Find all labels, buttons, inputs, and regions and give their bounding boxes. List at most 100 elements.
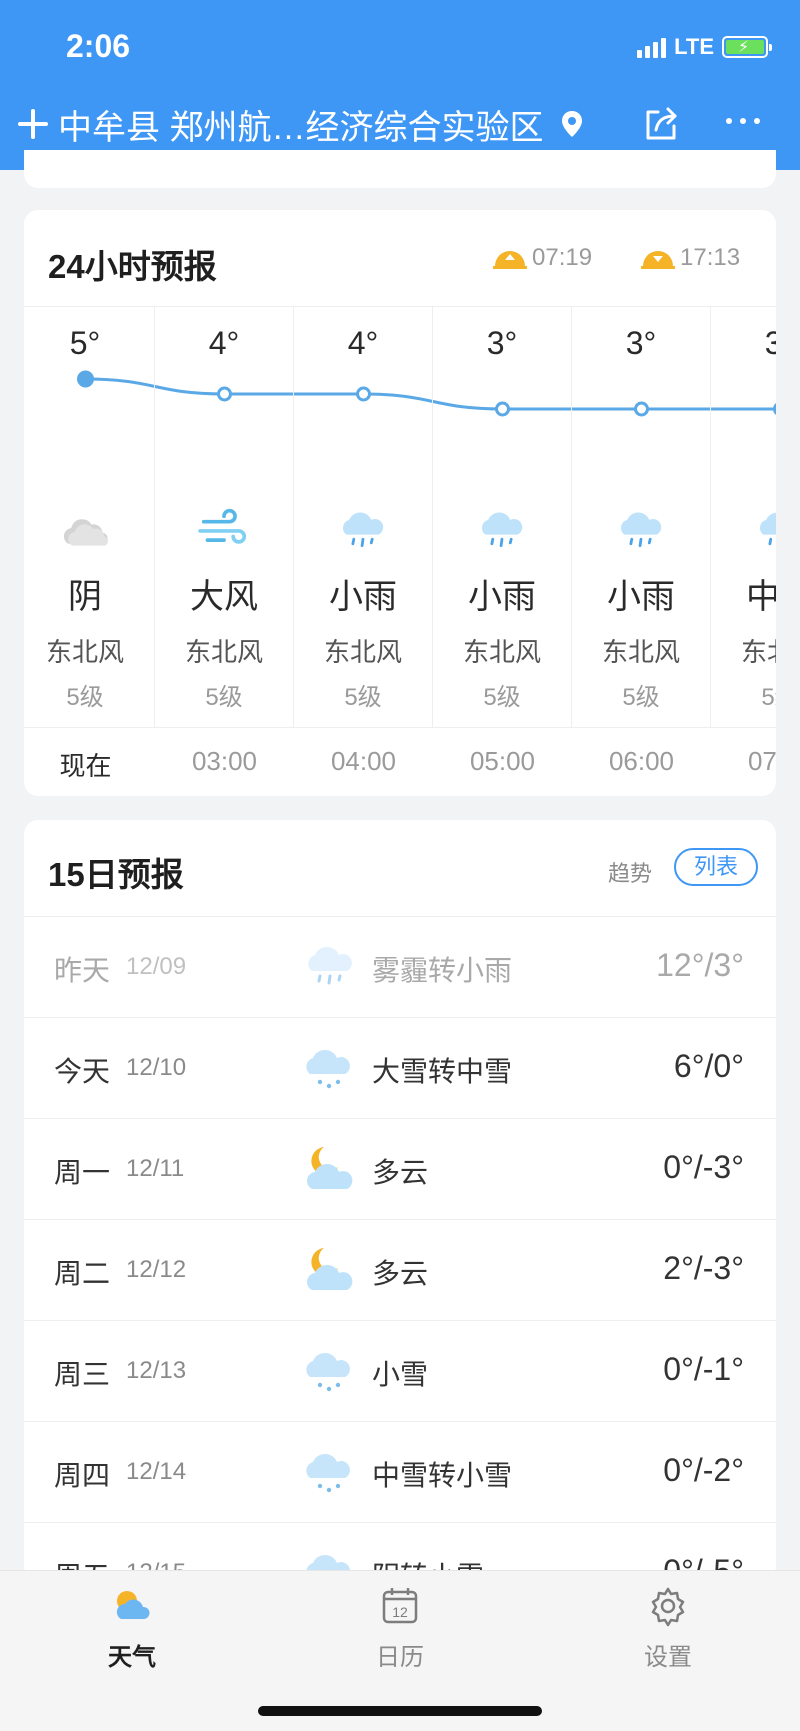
partly-cloudy-night-icon [307, 1147, 353, 1189]
day-row[interactable]: 周二 12/12 多云 2°/-3° [24, 1219, 776, 1319]
gear-icon [651, 1587, 685, 1627]
day-row[interactable]: 周一 12/11 多云 0°/-3° [24, 1118, 776, 1218]
status-time: 2:06 [66, 28, 131, 64]
day-name: 周四 [54, 1460, 111, 1491]
status-indicators: LTE ⚡ [637, 34, 772, 60]
hour-temp: 3° [764, 325, 776, 361]
hour-column: 5° 阴东北风 5级 [24, 307, 155, 727]
share-icon[interactable] [642, 104, 680, 142]
hour-time: 03:00 [191, 746, 258, 776]
day-name: 周一 [54, 1157, 111, 1188]
day-name: 今天 [54, 1056, 111, 1087]
day-temp-range: 0°/-1° [663, 1351, 744, 1387]
network-type: LTE [674, 34, 714, 59]
day-temp-range: 2°/-3° [663, 1250, 744, 1286]
more-options-icon[interactable] [726, 118, 760, 124]
hourly-title: 24小时预报 [48, 248, 217, 285]
partly-cloudy-night-icon [307, 1248, 353, 1290]
day-temp-range: 6°/0° [673, 1048, 744, 1084]
snow-icon [306, 1454, 350, 1493]
rain-icon [760, 512, 776, 546]
hour-condition: 小雨 [329, 578, 397, 616]
day-date: 12/10 [126, 1054, 187, 1081]
hour-wind: 东北风 [462, 637, 541, 667]
hourly-scroll[interactable]: 5° 阴东北风 5级 4° 大风 东北风 5级 4° 小雨 东北风 5级 3° 小雨 东北风 5级 3° 小雨东… [24, 306, 776, 796]
rain-icon [482, 512, 523, 548]
daily-title: 15日预报 [48, 856, 184, 893]
day-row[interactable]: 昨天 12/09 雾霾转小雨 12°/3° [24, 916, 776, 1016]
day-row[interactable]: 周三 12/13 小雪 0°/-1° [24, 1320, 776, 1420]
day-date: 12/09 [126, 953, 187, 980]
add-city-icon[interactable] [18, 109, 48, 139]
sunrise-icon [493, 251, 527, 269]
sunset-time: 17:13 [680, 244, 741, 271]
hour-condition: 中雨 [746, 578, 776, 616]
sunrise: 07:19 [492, 244, 592, 272]
tab-calendar-label: 日历 [376, 1644, 424, 1671]
app-header: 2:06 LTE ⚡ 中牟县 郑州航…经济综合实验区 [0, 0, 800, 170]
hour-temp: 3° [486, 325, 518, 361]
hour-wind: 东北风 [323, 637, 402, 667]
day-date: 12/11 [126, 1155, 185, 1182]
hour-wind-level: 5级 [344, 684, 382, 711]
hour-temp: 3° [625, 325, 657, 361]
sunrise-time: 07:19 [532, 244, 593, 271]
day-condition: 雾霾转小雨 [372, 955, 513, 986]
day-condition: 小雪 [372, 1359, 429, 1390]
hour-temp: 4° [347, 325, 379, 361]
sunset-icon [641, 251, 675, 269]
day-temp-range: 0°/-3° [663, 1149, 744, 1185]
daily-forecast-card: 15日预报 趋势 列表 昨天 12/09 雾霾转小雨 12°/3° 今天 12/10 大雪转… [24, 820, 776, 1580]
day-temp-range: 0°/-2° [663, 1452, 744, 1488]
hour-time: 04:00 [330, 746, 397, 776]
snow-icon [306, 1353, 350, 1392]
hour-condition: 小雨 [607, 578, 675, 616]
rain-icon [621, 512, 662, 548]
hour-column: 3° 小雨 东北风 5级 [433, 307, 572, 727]
hour-time: 现在 [59, 751, 112, 781]
location-bar: 中牟县 郑州航…经济综合实验区 [0, 94, 800, 154]
rain-icon [308, 947, 352, 985]
hour-time: 06:00 [608, 746, 675, 776]
hour-wind-level: 5级 [66, 684, 104, 711]
hour-column: 4° 大风东北风 5级 [155, 307, 294, 727]
tab-settings[interactable]: 设置 [588, 1581, 748, 1672]
trend-toggle[interactable]: 趋势 [608, 856, 652, 888]
hour-wind-level: 5级 [761, 684, 776, 711]
hour-wind: 东北风 [601, 637, 680, 667]
signal-icon [637, 36, 667, 58]
calendar-day: 12 [392, 1604, 408, 1620]
day-row[interactable]: 周四 12/14 中雪转小雪 0°/-2° [24, 1421, 776, 1521]
hour-column: 3° 小雨 东北风 5级 [572, 307, 711, 727]
hourly-forecast-card: 24小时预报 07:19 17:13 5° 阴东北风 5级 4° 大风 东北风 5级 4° 小雨… [24, 210, 776, 796]
list-toggle-button[interactable]: 列表 [674, 848, 758, 886]
location-title[interactable]: 中牟县 郑州航…经济综合实验区 [58, 100, 543, 149]
hour-wind: 东北风 [45, 637, 124, 667]
hour-temp: 4° [208, 325, 240, 361]
location-pin-icon [562, 111, 583, 137]
day-temp-range: 12°/3° [656, 947, 744, 983]
tab-weather[interactable]: 天气 [52, 1581, 212, 1672]
day-name: 周二 [54, 1258, 111, 1289]
hour-wind-level: 5级 [205, 684, 243, 711]
wind-icon [198, 508, 247, 544]
tab-weather-label: 天气 [108, 1644, 156, 1671]
day-date: 12/12 [126, 1256, 187, 1283]
day-row[interactable]: 今天 12/10 大雪转中雪 6°/0° [24, 1017, 776, 1117]
rain-icon [343, 512, 384, 548]
home-indicator [258, 1706, 542, 1716]
hour-condition: 小雨 [468, 578, 536, 616]
hour-wind: 东北风 [184, 637, 263, 667]
tab-settings-label: 设置 [644, 1644, 692, 1671]
day-condition: 大雪转中雪 [372, 1056, 513, 1087]
previous-card-edge [24, 150, 776, 188]
day-condition: 多云 [372, 1157, 429, 1188]
day-name: 昨天 [54, 955, 111, 986]
hour-column: 4° 小雨东北风 5级 [294, 307, 433, 727]
day-condition: 多云 [372, 1258, 429, 1289]
tab-calendar[interactable]: 12 日历 [320, 1581, 480, 1672]
hour-time: 05:00 [469, 746, 536, 776]
day-condition: 中雪转小雪 [372, 1460, 513, 1491]
weather-icon [116, 1591, 150, 1619]
hour-condition: 大风 [190, 578, 258, 616]
